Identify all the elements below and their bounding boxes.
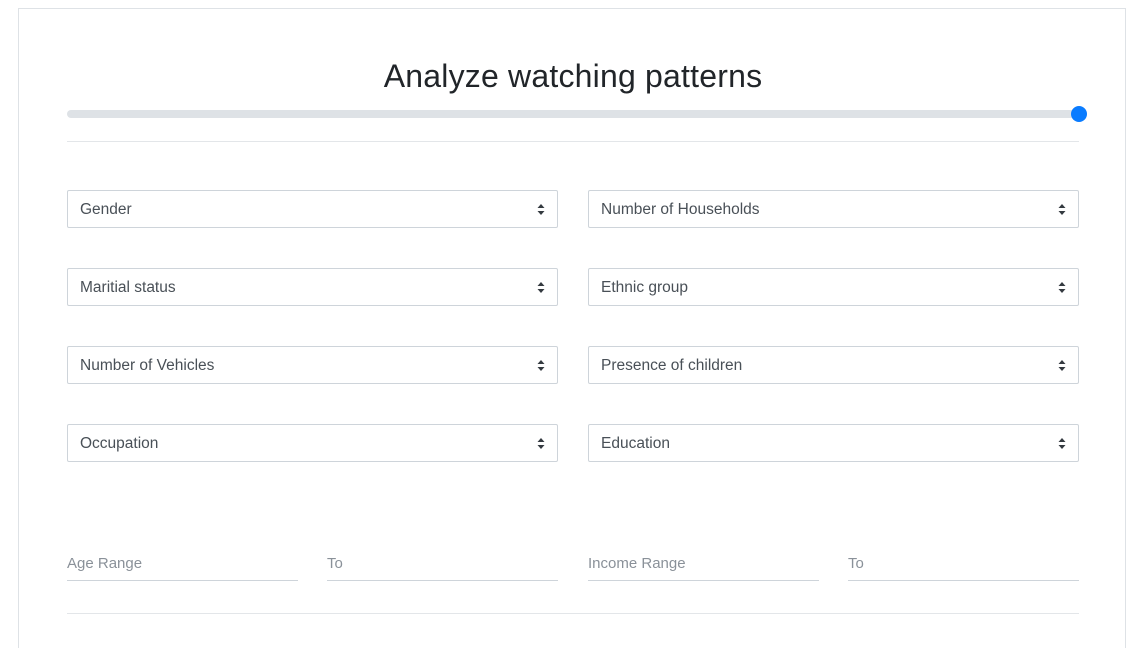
education-select-label: Education bbox=[601, 435, 670, 452]
sort-caret-icon bbox=[537, 360, 545, 371]
sort-caret-icon bbox=[537, 282, 545, 293]
progress-slider[interactable] bbox=[67, 106, 1087, 122]
page-title: Analyze watching patterns bbox=[383, 58, 763, 94]
households-select-label: Number of Households bbox=[601, 201, 760, 218]
gender-select-label: Gender bbox=[80, 201, 132, 218]
children-select[interactable]: Presence of children bbox=[588, 346, 1079, 384]
form-card: Analyze watching patterns Gender Number … bbox=[18, 8, 1126, 648]
marital-status-select[interactable]: Maritial status bbox=[67, 268, 558, 306]
ethnic-group-select-label: Ethnic group bbox=[601, 279, 689, 296]
ethnic-group-select[interactable]: Ethnic group bbox=[588, 268, 1079, 306]
gender-select[interactable]: Gender bbox=[67, 190, 558, 228]
income-range-from-input[interactable] bbox=[588, 547, 819, 581]
sort-caret-icon bbox=[1058, 204, 1066, 215]
occupation-select[interactable]: Occupation bbox=[67, 424, 558, 462]
children-select-label: Presence of children bbox=[601, 357, 743, 374]
slider-track bbox=[67, 110, 1079, 118]
education-select[interactable]: Education bbox=[588, 424, 1079, 462]
vehicles-select[interactable]: Number of Vehicles bbox=[67, 346, 558, 384]
age-range-from-input[interactable] bbox=[67, 547, 298, 581]
income-range-to-input[interactable] bbox=[848, 547, 1079, 581]
sort-caret-icon bbox=[537, 438, 545, 449]
sort-caret-icon bbox=[1058, 438, 1066, 449]
sort-caret-icon bbox=[1058, 282, 1066, 293]
vehicles-select-label: Number of Vehicles bbox=[80, 357, 215, 374]
sort-caret-icon bbox=[1058, 360, 1066, 371]
divider-bottom bbox=[67, 613, 1079, 614]
households-select[interactable]: Number of Households bbox=[588, 190, 1079, 228]
occupation-select-label: Occupation bbox=[80, 435, 159, 452]
marital-status-select-label: Maritial status bbox=[80, 279, 176, 296]
divider-top bbox=[67, 141, 1079, 142]
sort-caret-icon bbox=[537, 204, 545, 215]
slider-thumb[interactable] bbox=[1071, 106, 1087, 122]
age-range-to-input[interactable] bbox=[327, 547, 558, 581]
